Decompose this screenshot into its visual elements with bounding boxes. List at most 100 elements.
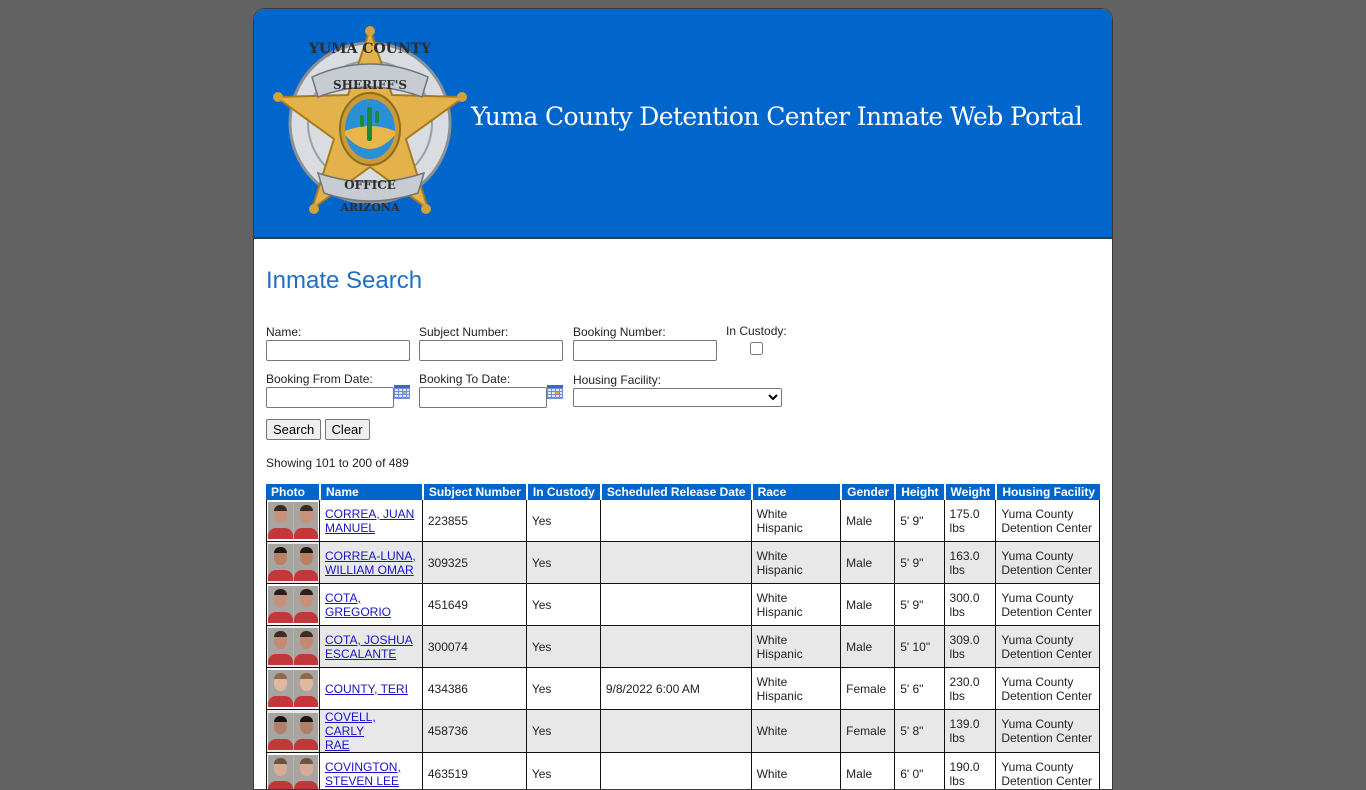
scheduled-release-cell — [599, 500, 751, 542]
housing-facility-field-group: Housing Facility: — [573, 373, 782, 407]
table-row: COTA, JOSHUA ESCALANTE 300074 Yes White H… — [266, 626, 1100, 668]
photo-cell — [266, 710, 319, 753]
in-custody-checkbox[interactable] — [749, 342, 763, 355]
search-button[interactable]: Search — [266, 419, 322, 440]
badge-bottom-text: ARIZONA — [339, 201, 399, 214]
mugshot-photo[interactable] — [268, 755, 318, 789]
in-custody-cell: Yes — [525, 542, 600, 584]
booking-from-field-group: Booking From Date: — [266, 372, 410, 408]
subject-number-cell: 451649 — [421, 584, 526, 626]
photo-cell — [266, 500, 319, 542]
column-header-subject-number[interactable]: Subject Number — [421, 484, 526, 500]
name-cell: COTA, JOSHUA ESCALANTE — [319, 626, 422, 668]
housing-facility-select[interactable] — [573, 388, 782, 407]
column-header-gender[interactable]: Gender — [840, 484, 895, 500]
booking-number-field-group: Booking Number: — [573, 325, 717, 361]
height-cell: 5' 8" — [894, 710, 944, 753]
race-cell: White — [750, 753, 841, 789]
in-custody-label: In Custody: — [726, 324, 787, 338]
in-custody-cell: Yes — [525, 668, 600, 710]
mugshot-photo[interactable] — [268, 670, 318, 707]
column-header-photo: Photo — [266, 484, 319, 500]
mugshot-photo[interactable] — [268, 544, 318, 581]
scheduled-release-cell — [599, 626, 751, 668]
subject-number-cell: 309325 — [421, 542, 526, 584]
calendar-icon[interactable] — [547, 385, 563, 399]
subject-number-cell: 300074 — [421, 626, 526, 668]
height-cell: 5' 10" — [894, 626, 944, 668]
subject-number-cell: 223855 — [421, 500, 526, 542]
table-row: COTA, GREGORIO 451649 Yes White Hispanic … — [266, 584, 1100, 626]
badge-upper-ribbon-text: SHERIFF'S — [333, 78, 407, 92]
subject-number-input[interactable] — [419, 340, 563, 361]
gender-cell: Male — [840, 500, 895, 542]
subject-number-cell: 458736 — [421, 710, 526, 753]
name-input[interactable] — [266, 340, 410, 361]
inmate-name-link[interactable]: CORREA-LUNA, WILLIAM OMAR — [325, 549, 416, 577]
gender-cell: Male — [840, 542, 895, 584]
gender-cell: Male — [840, 753, 894, 789]
column-header-name[interactable]: Name — [319, 484, 422, 500]
housing-facility-cell: Yuma County Detention Center — [995, 626, 1100, 668]
name-field-group: Name: — [266, 325, 410, 361]
scheduled-release-cell — [599, 584, 751, 626]
height-cell: 5' 6" — [894, 668, 944, 710]
height-cell: 5' 9" — [894, 500, 944, 542]
mugshot-photo[interactable] — [268, 586, 318, 623]
booking-to-label: Booking To Date: — [419, 372, 511, 386]
race-cell: White Hispanic — [750, 500, 841, 542]
inmate-results-table: Photo Name Subject Number In Custody Sch… — [266, 484, 1100, 789]
weight-cell: 163.0 lbs — [943, 542, 996, 584]
booking-number-input[interactable] — [573, 340, 717, 361]
race-cell: White Hispanic — [750, 626, 841, 668]
header-banner: YUMA COUNTY SHERIFF'S OFFICE ARIZONA Yum… — [254, 9, 1112, 239]
housing-facility-label: Housing Facility: — [573, 373, 662, 387]
gender-cell: Female — [840, 668, 895, 710]
height-cell: 5' 9" — [894, 542, 944, 584]
booking-from-input[interactable] — [266, 387, 394, 408]
weight-cell: 300.0 lbs — [943, 584, 996, 626]
name-cell: CORREA-LUNA, WILLIAM OMAR — [319, 542, 422, 584]
main-content: Inmate Search Name: Subject Number: Book… — [254, 239, 1112, 789]
badge-top-text: YUMA COUNTY — [308, 41, 432, 57]
scheduled-release-cell — [599, 753, 751, 789]
booking-number-label: Booking Number: — [573, 325, 666, 339]
subject-number-field-group: Subject Number: — [419, 325, 563, 361]
inmate-name-link[interactable]: COVINGTON, STEVEN LEE — [325, 760, 401, 788]
in-custody-cell: Yes — [525, 584, 600, 626]
photo-cell — [266, 584, 319, 626]
column-header-in-custody[interactable]: In Custody — [525, 484, 600, 500]
name-cell: COVINGTON, STEVEN LEE — [319, 753, 422, 789]
column-header-weight[interactable]: Weight — [943, 484, 996, 500]
booking-from-label: Booking From Date: — [266, 372, 373, 386]
in-custody-cell: Yes — [525, 500, 600, 542]
calendar-icon[interactable] — [394, 385, 410, 399]
inmate-name-link[interactable]: COTA, JOSHUA ESCALANTE — [325, 633, 413, 661]
inmate-name-link[interactable]: COUNTY, TERI — [325, 682, 408, 696]
height-cell: 6' 0" — [894, 753, 943, 789]
mugshot-photo[interactable] — [268, 502, 318, 539]
photo-cell — [266, 668, 319, 710]
column-header-race[interactable]: Race — [750, 484, 841, 500]
column-header-scheduled-release-date[interactable]: Scheduled Release Date — [599, 484, 751, 500]
column-header-height[interactable]: Height — [894, 484, 944, 500]
weight-cell: 175.0 lbs — [943, 500, 996, 542]
in-custody-field-group: In Custody: — [726, 324, 787, 358]
gender-cell: Male — [840, 626, 895, 668]
mugshot-photo[interactable] — [268, 628, 318, 665]
scheduled-release-cell: 9/8/2022 6:00 AM — [599, 668, 751, 710]
column-header-housing-facility[interactable]: Housing Facility — [995, 484, 1100, 500]
name-cell: COUNTY, TERI — [319, 668, 422, 710]
inmate-name-link[interactable]: COVELL, CARLY RAE — [325, 710, 376, 752]
page-container: YUMA COUNTY SHERIFF'S OFFICE ARIZONA Yum… — [253, 8, 1113, 790]
inmate-name-link[interactable]: COTA, GREGORIO — [325, 591, 391, 619]
inmate-name-link[interactable]: CORREA, JUAN MANUEL — [325, 507, 414, 535]
mugshot-photo[interactable] — [268, 712, 318, 750]
gender-cell: Male — [840, 584, 895, 626]
gender-cell: Female — [840, 710, 895, 753]
booking-to-input[interactable] — [419, 387, 547, 408]
subject-number-cell: 463519 — [421, 753, 526, 789]
weight-cell: 309.0 lbs — [943, 626, 996, 668]
race-cell: White — [750, 710, 841, 753]
clear-button[interactable]: Clear — [324, 419, 370, 440]
